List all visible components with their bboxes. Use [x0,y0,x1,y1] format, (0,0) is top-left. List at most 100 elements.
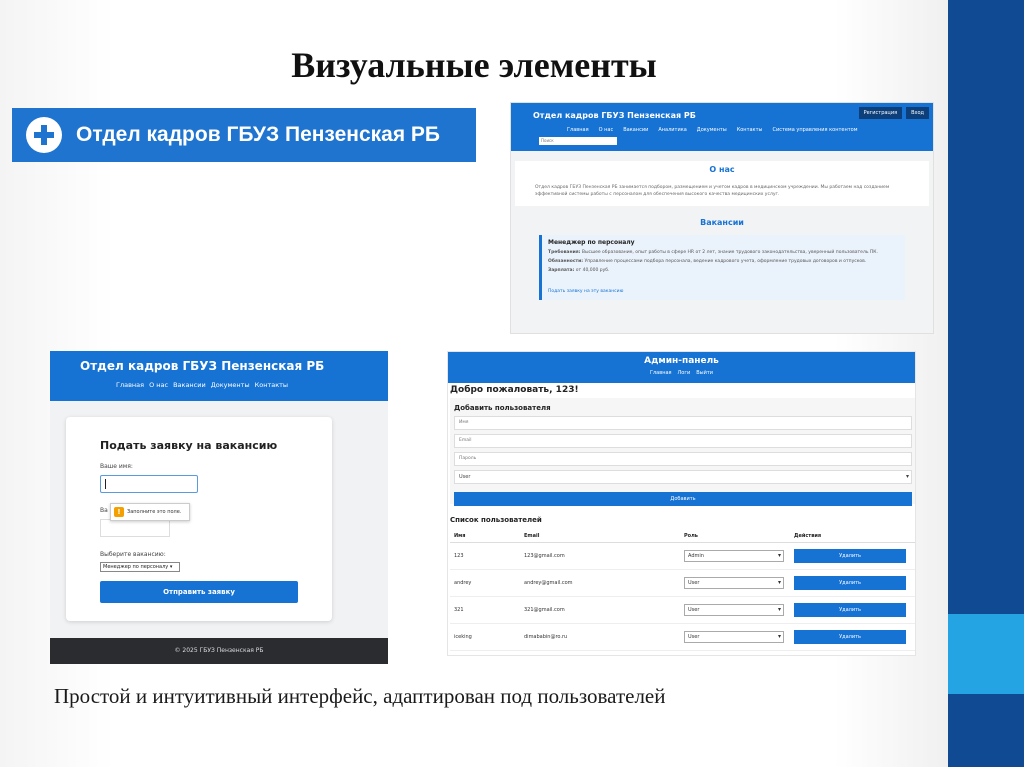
add-user-button[interactable]: Добавить [454,492,912,506]
plus-circle-icon [26,117,62,153]
welcome-text: Добро пожаловать, 123! [450,385,579,395]
users-list-heading: Список пользователей [450,516,542,524]
vacancy-label: Выберите вакансию: [100,551,166,558]
chevron-down-icon: ▾ [777,633,781,640]
login-button[interactable]: Вход [906,107,929,119]
nav-item-about[interactable]: О нас [149,381,168,389]
admin-title: Админ-панель [644,356,719,366]
chevron-down-icon: ▾ [777,579,781,586]
slide-caption: Простой и интуитивный интерфейс, адаптир… [54,684,666,708]
nav-item-documents[interactable]: Документы [211,381,250,389]
user-email: dimababin@ro.ru [520,623,680,651]
delete-button[interactable]: Удалить [794,603,906,617]
col-email: Email [520,530,680,543]
vacancies-heading: Вакансии [700,218,744,227]
nav-item-logs[interactable]: Логи [678,370,691,376]
admin-header: Админ-панель Главная Логи Выйти [448,352,915,383]
vacancy-requirements: Требования: Высшее образование, опыт раб… [548,250,878,255]
vacancy-duties: Обязанности: Управление процессами подбо… [548,259,867,264]
form-heading: Подать заявку на вакансию [100,439,278,452]
vacancy-card: Менеджер по персоналу Требования: Высшее… [539,235,905,300]
validation-tooltip: ! Заполните это поле. [110,503,190,521]
about-heading: О нас [709,165,735,174]
admin-nav: Главная Логи Выйти [448,370,915,376]
form-header: Отдел кадров ГБУЗ Пензенская РБ Главная … [50,351,388,401]
search-input[interactable]: Поиск [539,137,617,145]
user-name: 321 [450,596,520,624]
site-nav: Главная О нас Вакансии Аналитика Докумен… [567,127,858,133]
chevron-down-icon: ▾ [777,606,781,613]
logo-text: Отдел кадров ГБУЗ Пензенская РБ [76,123,441,146]
nav-item-contacts[interactable]: Контакты [255,381,288,389]
submit-button[interactable]: Отправить заявку [100,581,298,603]
site-title: Отдел кадров ГБУЗ Пензенская РБ [533,111,696,120]
about-text: Отдел кадров ГБУЗ Пензенская РБ занимает… [535,185,890,197]
logo-banner: Отдел кадров ГБУЗ Пензенская РБ [12,108,476,162]
nav-item-home[interactable]: Главная [116,381,144,389]
password-field[interactable]: Пароль [454,452,912,466]
chevron-down-icon: ▾ [905,473,909,480]
users-table: Имя Email Роль Действия 123 123@gmail.co… [450,530,915,651]
slide-title: Визуальные элементы [291,45,657,85]
nav-item-about[interactable]: О нас [599,127,614,133]
table-header-row: Имя Email Роль Действия [450,530,915,543]
auth-buttons: Регистрация Вход [858,107,929,119]
nav-item-home[interactable]: Главная [567,127,589,133]
form-screenshot: Отдел кадров ГБУЗ Пензенская РБ Главная … [50,351,388,664]
about-section: О нас Отдел кадров ГБУЗ Пензенская РБ за… [515,161,929,206]
admin-screenshot: Админ-панель Главная Логи Выйти Добро по… [447,351,916,656]
nav-item-documents[interactable]: Документы [697,127,727,133]
nav-item-home[interactable]: Главная [650,370,672,376]
email-field[interactable]: Email [454,434,912,448]
warning-icon: ! [114,507,124,517]
role-select[interactable]: User ▾ [454,470,912,484]
name-input[interactable] [100,475,198,493]
user-role-select[interactable]: User ▾ [684,631,784,643]
delete-button[interactable]: Удалить [794,576,906,590]
nav-item-logout[interactable]: Выйти [696,370,713,376]
add-user-heading: Добавить пользователя [454,404,551,412]
nav-item-vacancies[interactable]: Вакансии [173,381,206,389]
user-email: 123@gmail.com [520,542,680,570]
delete-button[interactable]: Удалить [794,630,906,644]
user-role-select[interactable]: User ▾ [684,604,784,616]
form-nav: Главная О нас Вакансии Документы Контакт… [116,381,288,389]
delete-button[interactable]: Удалить [794,549,906,563]
vacancy-title: Менеджер по персоналу [548,239,635,246]
table-row: 321 321@gmail.com User ▾ Удалить [450,596,915,624]
user-role-select[interactable]: Admin ▾ [684,550,784,562]
second-input[interactable] [100,519,170,537]
user-name: 123 [450,542,520,570]
site-header: Отдел кадров ГБУЗ Пензенская РБ Регистра… [511,103,933,151]
vacancy-select[interactable]: Менеджер по персоналу ▾ [100,562,180,572]
nav-item-cms[interactable]: Система управления контентом [772,127,857,133]
vacancy-salary: Зарплата: от 40,000 руб. [548,268,610,273]
user-email: 321@gmail.com [520,596,680,624]
site-screenshot: Отдел кадров ГБУЗ Пензенская РБ Регистра… [510,102,934,334]
col-role: Роль [680,530,790,543]
second-label: Ва [100,507,108,514]
table-row: andrey andrey@gmail.com User ▾ Удалить [450,569,915,597]
nav-item-analytics[interactable]: Аналитика [658,127,686,133]
user-name: iceking [450,623,520,651]
add-user-section: Добавить пользователя Имя Email Пароль U… [450,398,915,506]
col-name: Имя [450,530,520,543]
user-role-select[interactable]: User ▾ [684,577,784,589]
nav-item-vacancies[interactable]: Вакансии [623,127,648,133]
application-card: Подать заявку на вакансию Ваше имя: Ва !… [66,417,332,621]
apply-link[interactable]: Подать заявку на эту вакансию [548,289,623,294]
text-cursor [105,479,106,489]
table-row: 123 123@gmail.com Admin ▾ Удалить [450,542,915,570]
tooltip-text: Заполните это поле. [127,509,182,515]
right-decor-accent [948,614,1024,694]
form-footer: © 2025 ГБУЗ Пензенская РБ [50,638,388,664]
nav-item-contacts[interactable]: Контакты [737,127,763,133]
table-row: iceking dimababin@ro.ru User ▾ Удалить [450,623,915,651]
user-name: andrey [450,569,520,597]
name-field[interactable]: Имя [454,416,912,430]
col-actions: Действия [790,530,915,543]
user-email: andrey@gmail.com [520,569,680,597]
register-button[interactable]: Регистрация [858,107,903,119]
name-label: Ваше имя: [100,463,133,470]
form-site-title: Отдел кадров ГБУЗ Пензенская РБ [80,359,325,373]
